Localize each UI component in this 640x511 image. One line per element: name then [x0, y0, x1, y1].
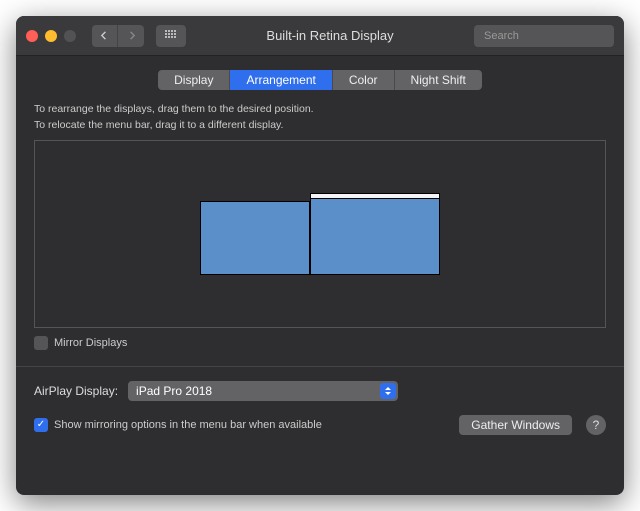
minimize-icon[interactable] — [45, 30, 57, 42]
close-icon[interactable] — [26, 30, 38, 42]
show-all-button[interactable] — [156, 25, 186, 47]
display-primary[interactable] — [310, 193, 440, 275]
system-preferences-window: Built-in Retina Display Display Arrangem… — [16, 16, 624, 495]
airplay-row: AirPlay Display: iPad Pro 2018 — [34, 381, 606, 401]
search-input[interactable] — [484, 30, 624, 42]
preferences-body: Display Arrangement Color Night Shift To… — [16, 56, 624, 495]
back-button[interactable] — [92, 25, 118, 47]
bottom-row: Show mirroring options in the menu bar w… — [34, 415, 606, 435]
tab-color[interactable]: Color — [333, 70, 395, 90]
airplay-display-select[interactable]: iPad Pro 2018 — [128, 381, 398, 401]
tab-arrangement[interactable]: Arrangement — [230, 70, 332, 90]
window-controls — [26, 30, 76, 42]
search-field[interactable] — [474, 25, 614, 47]
displays-group — [200, 193, 440, 275]
airplay-label: AirPlay Display: — [34, 384, 118, 398]
arrangement-area[interactable] — [34, 140, 606, 328]
maximize-icon — [64, 30, 76, 42]
show-mirroring-label: Show mirroring options in the menu bar w… — [54, 419, 322, 431]
forward-button[interactable] — [118, 25, 144, 47]
gather-windows-button[interactable]: Gather Windows — [459, 415, 572, 435]
tab-night-shift[interactable]: Night Shift — [395, 70, 482, 90]
instructions-text: To rearrange the displays, drag them to … — [34, 102, 606, 134]
mirror-displays-label: Mirror Displays — [54, 337, 127, 349]
window-title: Built-in Retina Display — [194, 28, 466, 43]
nav-back-forward — [92, 25, 144, 47]
divider — [16, 366, 624, 367]
help-button[interactable]: ? — [586, 415, 606, 435]
menu-bar-indicator[interactable] — [311, 194, 439, 199]
instruction-line: To rearrange the displays, drag them to … — [34, 102, 606, 118]
grid-icon — [165, 30, 177, 42]
mirror-displays-checkbox[interactable] — [34, 336, 48, 350]
instruction-line: To relocate the menu bar, drag it to a d… — [34, 118, 606, 134]
tab-display[interactable]: Display — [158, 70, 230, 90]
show-mirroring-checkbox[interactable] — [34, 418, 48, 432]
airplay-selected-value: iPad Pro 2018 — [136, 384, 212, 398]
mirror-displays-row: Mirror Displays — [34, 336, 606, 350]
titlebar: Built-in Retina Display — [16, 16, 624, 56]
tab-bar: Display Arrangement Color Night Shift — [34, 70, 606, 90]
display-secondary[interactable] — [200, 201, 310, 275]
chevron-updown-icon — [380, 383, 396, 399]
